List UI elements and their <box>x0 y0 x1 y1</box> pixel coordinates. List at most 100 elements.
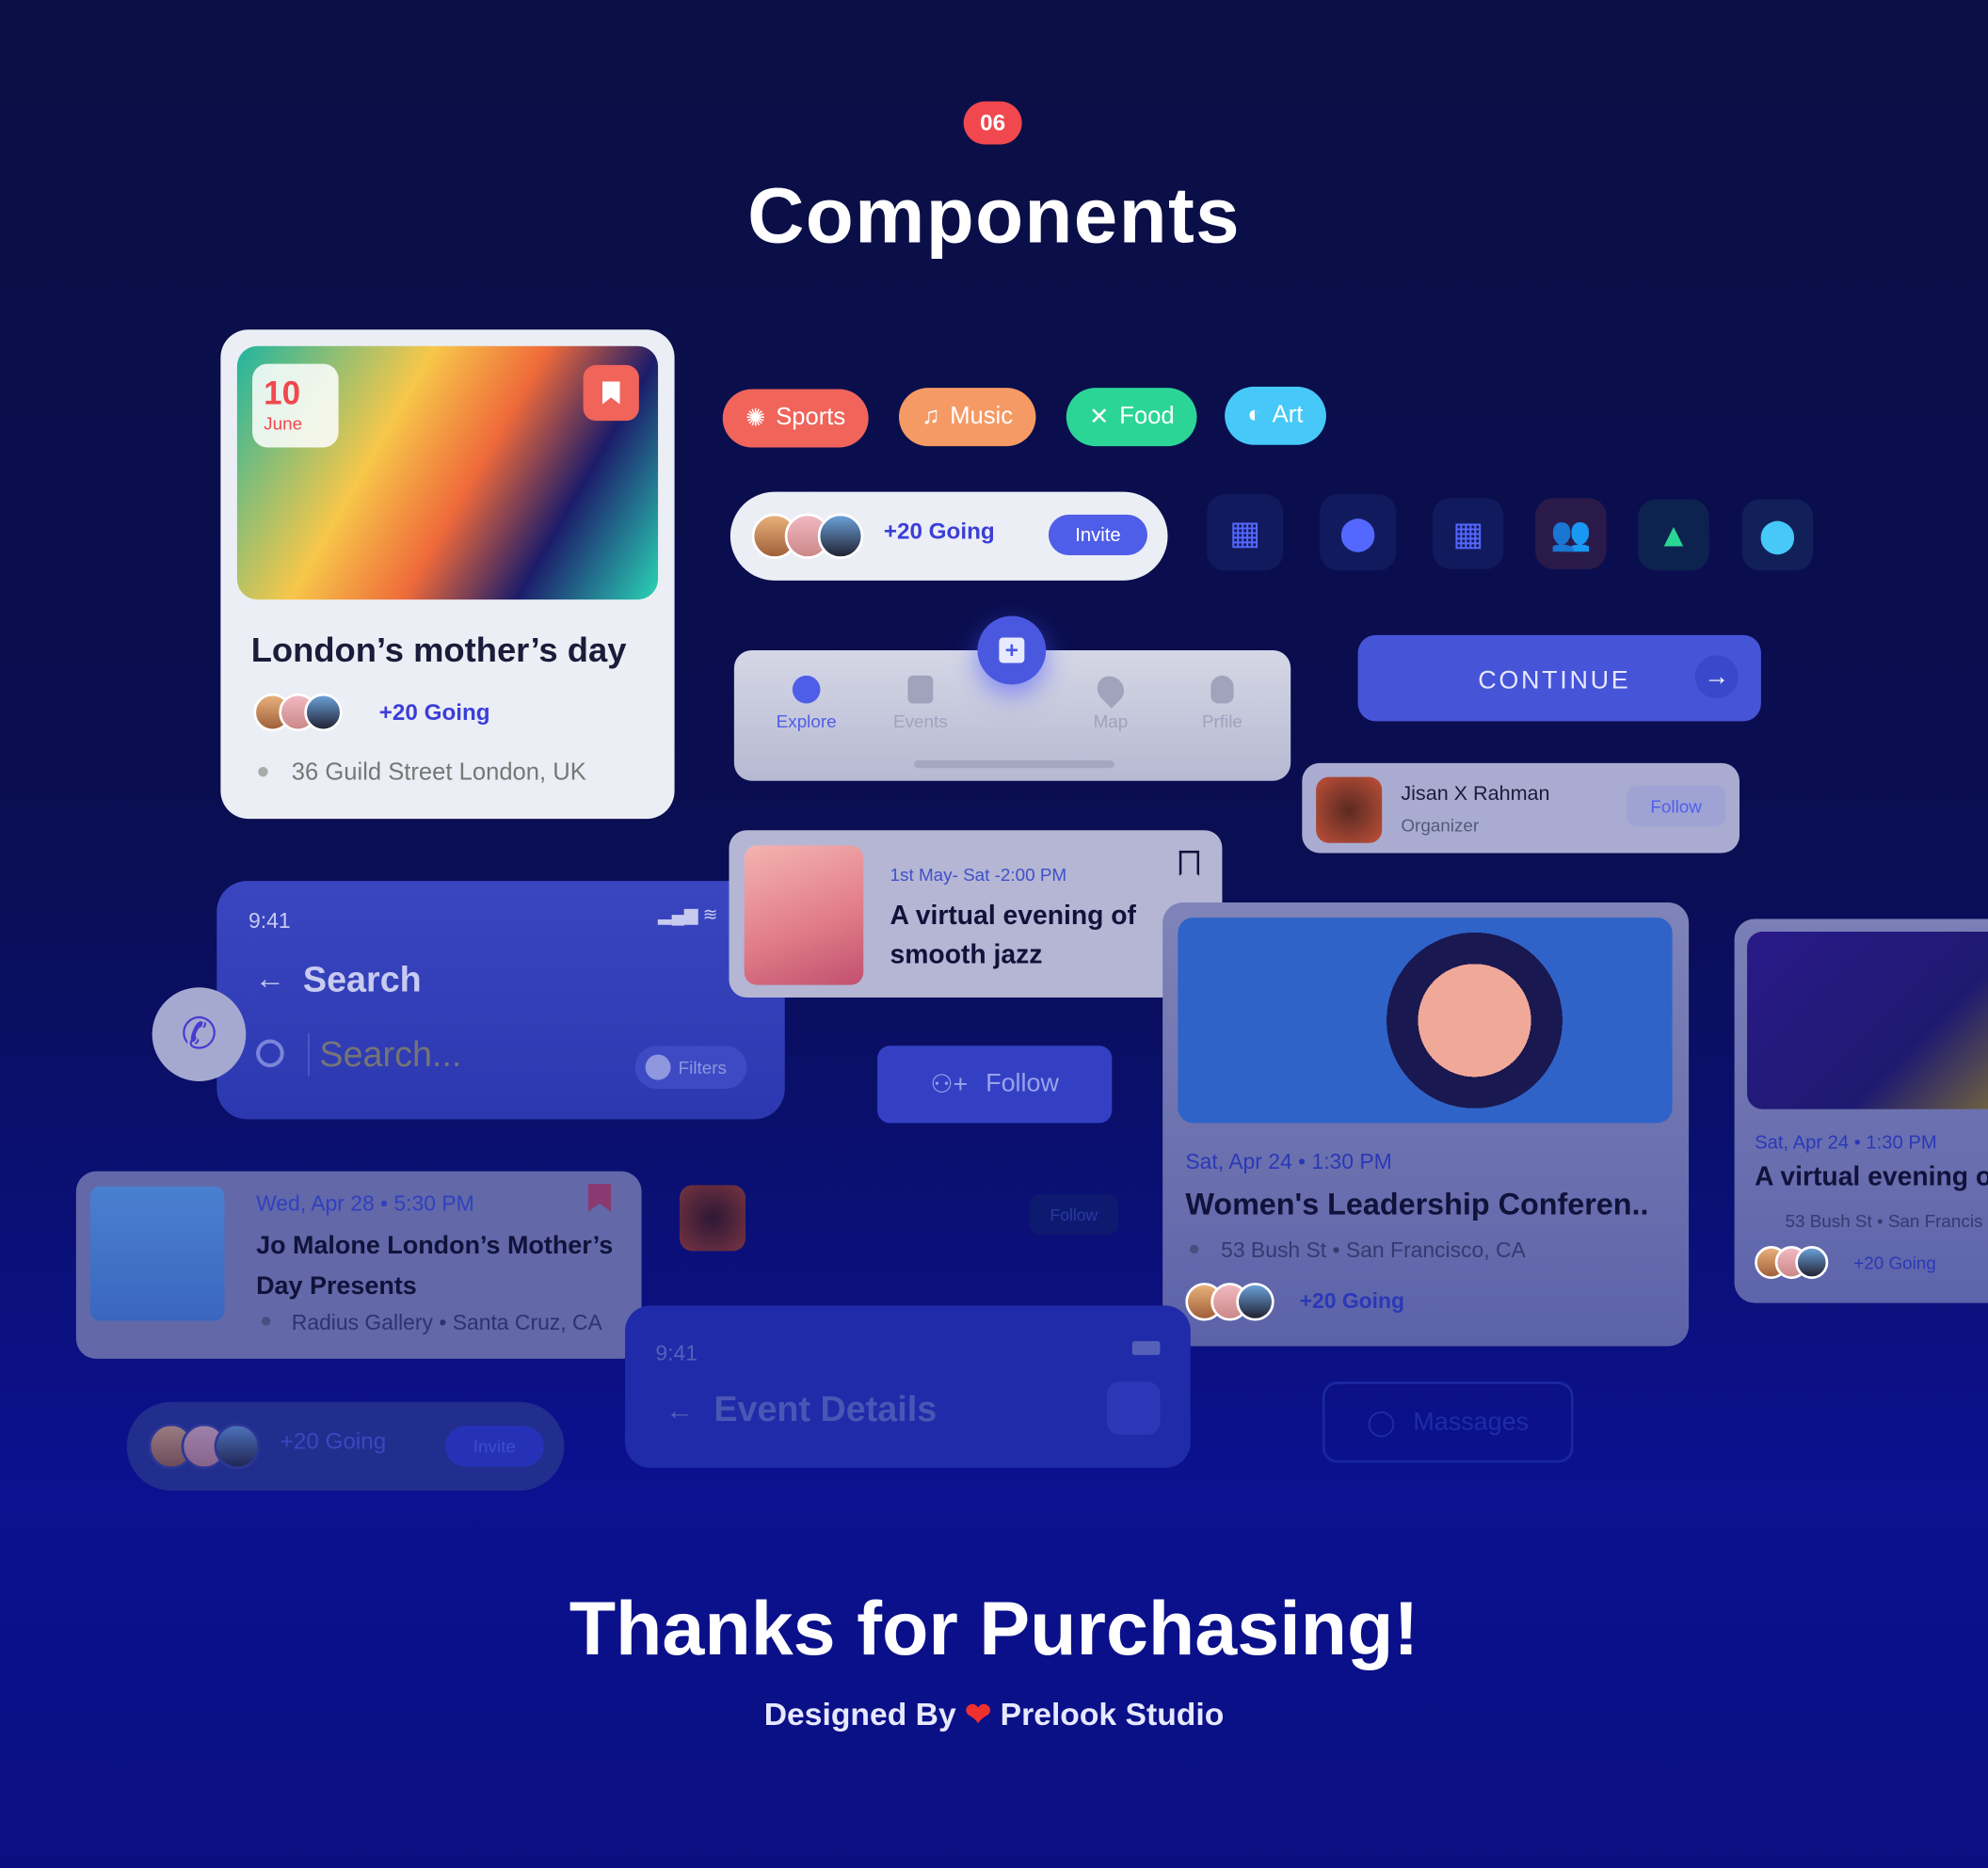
event-date: 1st May- Sat -2:00 PM <box>890 864 1067 886</box>
chip-label: Art <box>1272 401 1304 429</box>
invite-button[interactable]: Invite <box>1048 514 1147 555</box>
battery-icon <box>1131 1341 1161 1355</box>
event-date: Wed, Apr 28 • 5:30 PM <box>256 1191 474 1216</box>
event-card[interactable]: 10 June London’s mother’s day +20 Going … <box>220 329 675 820</box>
jo-malone-event-card[interactable]: Wed, Apr 28 • 5:30 PM Jo Malone London’s… <box>75 1171 642 1359</box>
chip-sports[interactable]: ✺ Sports <box>722 389 869 448</box>
follow-button-small[interactable]: Follow <box>1627 786 1726 827</box>
tab-profile[interactable]: Prfile <box>1180 675 1264 732</box>
bookmark-icon[interactable] <box>1178 850 1200 876</box>
music-note-icon: ♫ <box>922 403 940 430</box>
home-indicator <box>914 760 1114 769</box>
invite-button[interactable]: Invite <box>444 1426 544 1467</box>
tab-label: Prfile <box>1201 710 1242 732</box>
event-date: Sat, Apr 24 • 1:30 PM <box>1185 1149 1392 1174</box>
event-title: A virtual evening o <box>1755 1162 1988 1192</box>
event-details-screen: 9:41 ← Event Details <box>625 1305 1191 1468</box>
jazz-event-card[interactable]: 1st May- Sat -2:00 PM A virtual evening … <box>729 830 1223 998</box>
going-pill: +20 Going Invite <box>729 491 1168 581</box>
going-pill-faded: +20 Going Invite <box>126 1401 565 1492</box>
continue-label: CONTINUE <box>1478 666 1631 695</box>
organizer-row: Jisan X Rahman Organizer Follow <box>1302 762 1740 854</box>
organizer-role: Organizer <box>1401 815 1480 836</box>
attendee-avatars <box>148 1423 261 1470</box>
tab-label: Explore <box>776 710 837 732</box>
attendee-avatars <box>1755 1246 1829 1280</box>
tab-events[interactable]: Events <box>878 675 962 732</box>
filters-label: Filters <box>678 1057 727 1078</box>
chat-bubble-icon: ◯ <box>1367 1409 1396 1437</box>
filter-icon <box>645 1054 671 1080</box>
status-time: 9:41 <box>655 1341 697 1365</box>
going-count: +20 Going <box>280 1429 387 1454</box>
signal-wifi-icon: ▂▄▆ ≋ <box>658 903 718 924</box>
basketball-icon: ✺ <box>746 405 766 432</box>
faded-organizer-avatar <box>679 1185 746 1252</box>
going-count: +20 Going <box>883 518 995 544</box>
continue-button[interactable]: CONTINUE → <box>1357 634 1761 722</box>
studio-name: Prelook Studio <box>1000 1697 1225 1733</box>
back-arrow-icon[interactable]: ← <box>255 962 285 998</box>
search-input[interactable] <box>308 1032 613 1077</box>
fork-knife-icon: ✕ <box>1089 404 1110 431</box>
location-pin-icon: ● <box>260 1310 273 1333</box>
chip-food[interactable]: ✕ Food <box>1066 388 1197 447</box>
person-icon <box>1210 675 1234 704</box>
search-screen: 9:41 ▂▄▆ ≋ ← Search Filters <box>216 881 785 1120</box>
section-badge: 06 <box>963 101 1022 145</box>
going-count: +20 Going <box>378 699 490 726</box>
phone-icon: ✆ <box>181 1010 217 1059</box>
credits: Designed By ❤ Prelook Studio <box>0 1696 1988 1733</box>
event-title: Jo Malone London’s Mother’s Day Presents <box>256 1232 614 1301</box>
chip-art[interactable]: ◐ Art <box>1225 386 1326 445</box>
bookmark-icon[interactable] <box>583 364 639 422</box>
filters-button[interactable]: Filters <box>634 1046 747 1090</box>
showcase-canvas: 06 Components 10 June London’s mother’s … <box>0 0 1988 1868</box>
chip-label: Food <box>1119 403 1175 430</box>
event-title: Women's Leadership Conferen.. <box>1185 1188 1649 1222</box>
conference-event-card[interactable]: Sat, Apr 24 • 1:30 PM Women's Leadership… <box>1162 902 1690 1347</box>
chip-label: Sports <box>776 404 846 431</box>
bookmark-button[interactable] <box>1106 1381 1161 1435</box>
follow-label: Follow <box>986 1069 1059 1098</box>
tab-label: Map <box>1093 710 1129 732</box>
attendee-avatars <box>751 513 864 560</box>
users-icon: 👥 <box>1535 498 1607 569</box>
tab-explore[interactable]: Explore <box>764 675 848 732</box>
back-arrow-icon[interactable]: ← <box>665 1395 694 1428</box>
thanks-heading: Thanks for Purchasing! <box>569 1586 1419 1671</box>
attendee-avatars <box>253 693 343 732</box>
search-icon <box>256 1039 284 1068</box>
map-pin-icon <box>1091 670 1130 709</box>
add-user-icon: ⚇+ <box>930 1071 969 1099</box>
chip-label: Music <box>950 403 1014 430</box>
side-event-card[interactable]: Sat, Apr 24 • 1:30 PM A virtual evening … <box>1734 918 1988 1303</box>
event-address: 36 Guild Street London, UK <box>291 758 586 787</box>
event-address: 53 Bush St • San Francisco, CA <box>1221 1237 1526 1263</box>
tab-label: Events <box>893 710 948 732</box>
side-image <box>1747 932 1988 1110</box>
organizer-avatar <box>1316 776 1383 843</box>
chip-music[interactable]: ♫ Music <box>898 388 1036 447</box>
messages-button[interactable]: ◯ Massages <box>1322 1381 1574 1463</box>
date-month: June <box>264 413 303 434</box>
faded-follow-button[interactable]: Follow <box>1029 1193 1119 1235</box>
event-title: A virtual evening of smooth jazz <box>890 901 1136 970</box>
jazz-image <box>744 845 864 985</box>
phone-call-button[interactable]: ✆ <box>152 987 247 1081</box>
event-date: Sat, Apr 24 • 1:30 PM <box>1755 1131 1937 1154</box>
date-badge: 10 June <box>252 363 339 448</box>
location-pin-icon: ● <box>256 758 270 784</box>
follow-button[interactable]: ⚇+ Follow <box>877 1046 1113 1124</box>
add-button[interactable]: + <box>977 615 1047 685</box>
date-day: 10 <box>264 374 301 412</box>
tab-map[interactable]: Map <box>1068 670 1152 732</box>
palette-icon: ◐ <box>1247 401 1262 429</box>
attendee-avatars <box>1185 1283 1275 1321</box>
screen-title: Search <box>302 959 422 999</box>
plus-icon: + <box>999 637 1025 663</box>
going-count: +20 Going <box>1853 1252 1936 1273</box>
bookmark-icon[interactable] <box>587 1184 612 1212</box>
screen-title: Event Details <box>713 1389 938 1429</box>
messages-label: Massages <box>1413 1407 1530 1436</box>
